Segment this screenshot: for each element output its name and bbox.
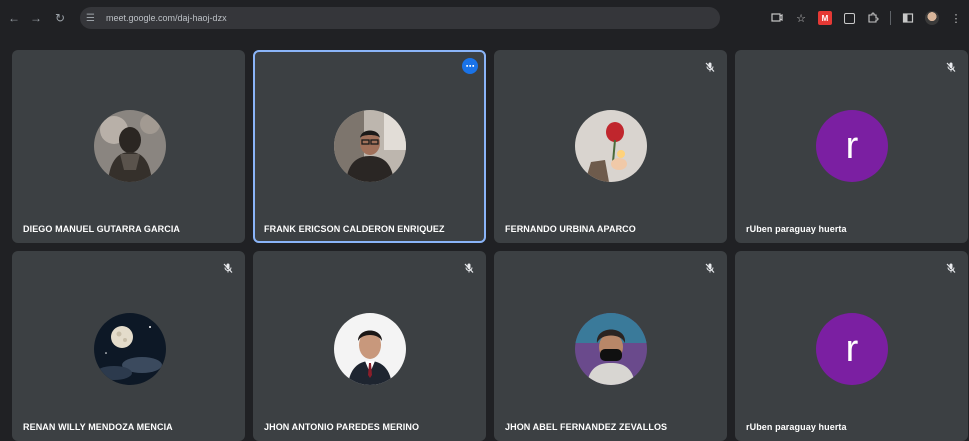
participant-tile[interactable]: DIEGO MANUEL GUTARRA GARCIA <box>12 50 245 243</box>
participant-tile[interactable]: RENAN WILLY MENDOZA MENCIA <box>12 251 245 441</box>
participant-grid: DIEGO MANUEL GUTARRA GARCIA ⋯ FRANK ERIC… <box>0 0 969 441</box>
participant-photo <box>94 110 166 182</box>
participant-name: FRANK ERICSON CALDERON ENRIQUEZ <box>264 224 445 234</box>
mic-off-icon <box>944 261 958 275</box>
participant-photo <box>94 313 166 385</box>
participant-name: rUben paraguay huerta <box>746 422 847 432</box>
mic-off-icon <box>703 261 717 275</box>
participant-name: JHON ABEL FERNANDEZ ZEVALLOS <box>505 422 668 432</box>
participant-tile[interactable]: JHON ABEL FERNANDEZ ZEVALLOS <box>494 251 727 441</box>
participant-tile[interactable]: r rUben paraguay huerta <box>735 251 968 441</box>
more-options-button[interactable]: ⋯ <box>462 58 478 74</box>
participant-name: DIEGO MANUEL GUTARRA GARCIA <box>23 224 181 234</box>
participant-photo <box>575 110 647 182</box>
participant-photo <box>575 313 647 385</box>
participant-name: rUben paraguay huerta <box>746 224 847 234</box>
letter-avatar: r <box>816 313 888 385</box>
participant-tile[interactable]: JHON ANTONIO PAREDES MERINO <box>253 251 486 441</box>
participant-tile[interactable]: FERNANDO URBINA APARCO <box>494 50 727 243</box>
participant-photo <box>334 313 406 385</box>
letter-avatar: r <box>816 110 888 182</box>
mic-off-icon <box>462 261 476 275</box>
participant-photo <box>334 110 406 182</box>
participant-name: RENAN WILLY MENDOZA MENCIA <box>23 422 173 432</box>
participant-tile[interactable]: r rUben paraguay huerta <box>735 50 968 243</box>
mic-off-icon <box>944 60 958 74</box>
participant-name: FERNANDO URBINA APARCO <box>505 224 636 234</box>
mic-off-icon <box>221 261 235 275</box>
participant-name: JHON ANTONIO PAREDES MERINO <box>264 422 420 432</box>
mic-off-icon <box>703 60 717 74</box>
participant-tile-active[interactable]: ⋯ FRANK ERICSON CALDERON ENRIQUEZ <box>253 50 486 243</box>
